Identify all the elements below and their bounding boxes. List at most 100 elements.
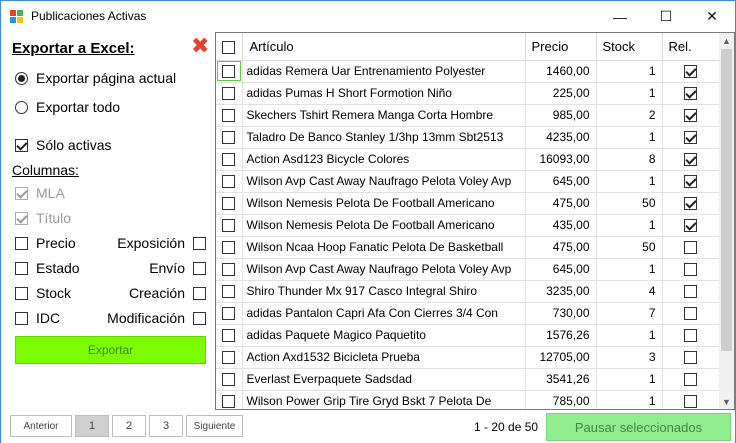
col-creacion-check[interactable]	[193, 286, 206, 300]
vertical-scrollbar[interactable]: ▲ ▼	[719, 33, 734, 409]
cell-rel[interactable]	[662, 60, 720, 83]
table-row[interactable]: Shiro Thunder Mx 917 Casco Integral Shir…	[216, 280, 720, 303]
col-precio-checkbox[interactable]: Precio	[15, 235, 76, 251]
cell-rel[interactable]	[662, 302, 720, 325]
next-page-button[interactable]: Siguiente	[186, 415, 243, 437]
rel-checkbox[interactable]	[684, 329, 697, 343]
cell-rel[interactable]	[662, 280, 720, 303]
row-select-cell[interactable]	[216, 302, 243, 325]
cell-rel[interactable]	[662, 104, 720, 127]
cell-rel[interactable]	[662, 82, 720, 105]
table-row[interactable]: Action Asd123 Bicycle Colores 16093,00 8	[216, 148, 720, 171]
only-active-checkbox[interactable]: Sólo activas	[15, 137, 111, 153]
row-select-checkbox[interactable]	[222, 131, 236, 145]
row-select-checkbox[interactable]	[222, 285, 236, 299]
col-exposicion-check[interactable]	[193, 236, 206, 250]
cell-rel[interactable]	[662, 346, 720, 369]
row-select-cell[interactable]	[216, 280, 243, 303]
row-select-checkbox[interactable]	[222, 351, 236, 365]
row-select-cell[interactable]	[216, 60, 243, 83]
row-select-cell[interactable]	[216, 104, 243, 127]
pause-selected-button[interactable]: Pausar seleccionados	[546, 413, 731, 441]
rel-checkbox[interactable]	[684, 153, 697, 167]
table-row[interactable]: Everlast Everpaquete Sadsdad 3541,26 1	[216, 368, 720, 391]
row-select-checkbox[interactable]	[222, 263, 236, 277]
row-select-cell[interactable]	[216, 82, 243, 105]
select-all-checkbox[interactable]	[222, 40, 236, 54]
row-select-checkbox[interactable]	[222, 373, 236, 387]
col-modificacion-checkbox[interactable]: Modificación	[107, 310, 206, 326]
export-button[interactable]: Exportar	[15, 336, 206, 364]
rel-checkbox[interactable]	[684, 307, 697, 321]
row-select-cell[interactable]	[216, 192, 243, 215]
table-row[interactable]: Wilson Avp Cast Away Naufrago Pelota Vol…	[216, 258, 720, 281]
table-row[interactable]: Taladro De Banco Stanley 1/3hp 13mm Sbt2…	[216, 126, 720, 149]
col-estado-checkbox[interactable]: Estado	[15, 260, 80, 276]
close-panel-icon[interactable]: ✖	[191, 35, 209, 57]
header-precio[interactable]: Precio	[525, 33, 597, 61]
row-select-cell[interactable]	[216, 170, 243, 193]
close-window-button[interactable]: ✕	[689, 1, 735, 32]
rel-checkbox[interactable]	[684, 175, 697, 189]
cell-rel[interactable]	[662, 258, 720, 281]
row-select-cell[interactable]	[216, 214, 243, 237]
rel-checkbox[interactable]	[684, 263, 697, 277]
col-estado-check[interactable]	[15, 261, 28, 275]
rel-checkbox[interactable]	[684, 219, 697, 233]
table-row[interactable]: Wilson Nemesis Pelota De Football Americ…	[216, 214, 720, 237]
table-row[interactable]: Wilson Ncaa Hoop Fanatic Pelota De Baske…	[216, 236, 720, 259]
export-all-radio[interactable]: Exportar todo	[15, 99, 120, 115]
col-modificacion-check[interactable]	[193, 311, 206, 325]
row-select-checkbox[interactable]	[222, 109, 236, 123]
rel-checkbox[interactable]	[684, 131, 697, 145]
cell-rel[interactable]	[662, 126, 720, 149]
maximize-button[interactable]: ☐	[643, 1, 689, 32]
row-select-cell[interactable]	[216, 148, 243, 171]
col-stock-checkbox[interactable]: Stock	[15, 285, 71, 301]
header-stock[interactable]: Stock	[596, 33, 663, 61]
row-select-cell[interactable]	[216, 368, 243, 391]
cell-rel[interactable]	[662, 236, 720, 259]
table-row[interactable]: adidas Pantalon Capri Afa Con Cierres 3/…	[216, 302, 720, 325]
scroll-thumb[interactable]	[721, 49, 732, 351]
row-select-cell[interactable]	[216, 390, 243, 409]
cell-rel[interactable]	[662, 170, 720, 193]
prev-page-button[interactable]: Anterior	[10, 415, 72, 437]
rel-checkbox[interactable]	[684, 373, 697, 387]
row-select-checkbox[interactable]	[222, 307, 236, 321]
col-precio-check[interactable]	[15, 236, 28, 250]
row-select-checkbox[interactable]	[222, 65, 236, 79]
row-select-checkbox[interactable]	[222, 329, 236, 343]
row-select-checkbox[interactable]	[222, 395, 236, 409]
col-exposicion-checkbox[interactable]: Exposición	[117, 235, 206, 251]
row-select-checkbox[interactable]	[222, 197, 236, 211]
rel-checkbox[interactable]	[684, 65, 697, 79]
table-row[interactable]: Skechers Tshirt Remera Manga Corta Hombr…	[216, 104, 720, 127]
col-idc-checkbox[interactable]: IDC	[15, 310, 60, 326]
page-button-1[interactable]: 1	[75, 415, 109, 437]
rel-checkbox[interactable]	[684, 197, 697, 211]
row-select-cell[interactable]	[216, 236, 243, 259]
row-select-checkbox[interactable]	[222, 219, 236, 233]
radio-current-indicator[interactable]	[15, 71, 28, 85]
row-select-cell[interactable]	[216, 324, 243, 347]
rel-checkbox[interactable]	[684, 109, 697, 123]
rel-checkbox[interactable]	[684, 395, 697, 409]
cell-rel[interactable]	[662, 324, 720, 347]
table-row[interactable]: Wilson Power Grip Tire Gryd Bskt 7 Pelot…	[216, 390, 720, 409]
rel-checkbox[interactable]	[684, 241, 697, 255]
header-rel[interactable]: Rel.	[662, 33, 720, 61]
table-row[interactable]: Wilson Avp Cast Away Naufrago Pelota Vol…	[216, 170, 720, 193]
table-row[interactable]: Wilson Nemesis Pelota De Football Americ…	[216, 192, 720, 215]
cell-rel[interactable]	[662, 214, 720, 237]
scroll-down-icon[interactable]: ▼	[719, 394, 734, 409]
cell-rel[interactable]	[662, 148, 720, 171]
col-idc-check[interactable]	[15, 311, 28, 325]
only-active-check[interactable]	[15, 138, 28, 152]
page-button-2[interactable]: 2	[112, 415, 146, 437]
row-select-checkbox[interactable]	[222, 153, 236, 167]
radio-all-indicator[interactable]	[15, 100, 28, 114]
cell-rel[interactable]	[662, 390, 720, 409]
row-select-checkbox[interactable]	[222, 87, 236, 101]
table-row[interactable]: adidas Pumas H Short Formotion Niño 225,0…	[216, 82, 720, 105]
